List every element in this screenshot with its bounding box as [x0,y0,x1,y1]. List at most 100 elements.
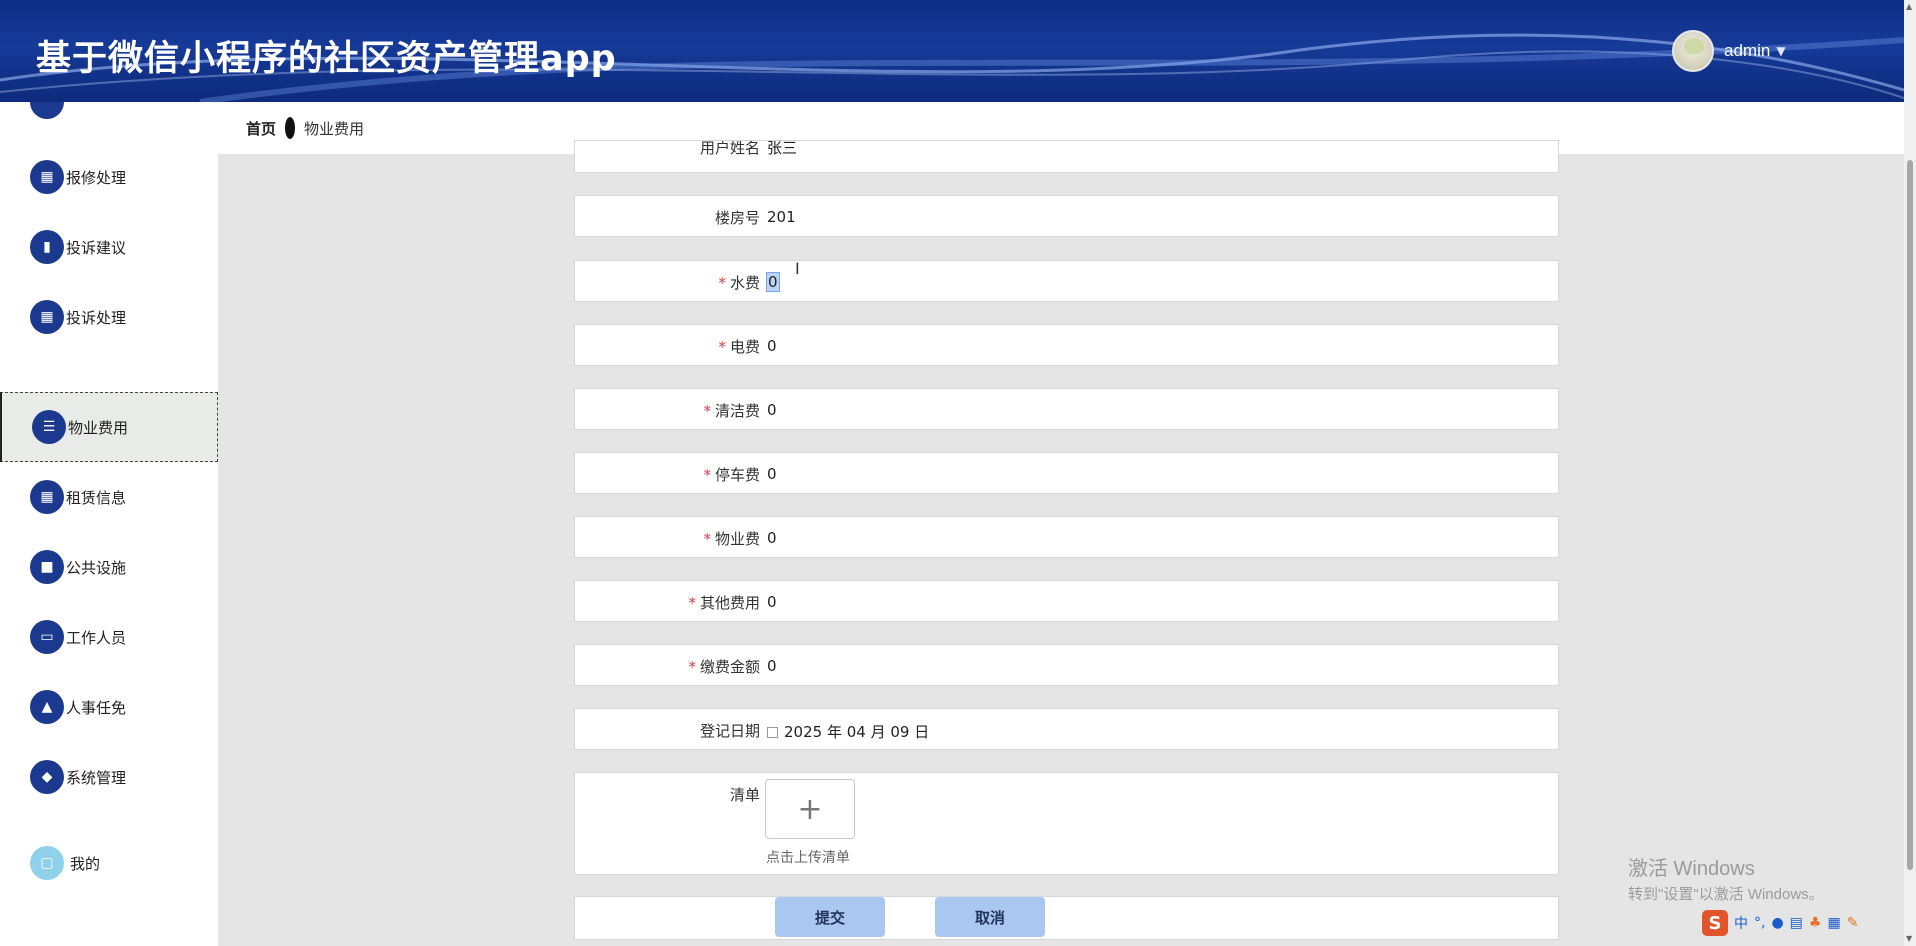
app-header: 基于微信小程序的社区资产管理app admin ▼ [0,0,1904,102]
sidebar-item-property-fee[interactable]: ☰ 物业费用 [0,392,218,462]
form-row-user-name: 用户姓名 张三 [574,140,1559,173]
bar-chart-icon: ▮ [30,230,64,264]
field-label-text: 电费 [729,338,760,356]
form-row-actions: 提交 取消 [574,896,1559,940]
skin-icon[interactable]: ♣ [1809,915,1822,931]
upload-button[interactable]: + [765,779,855,839]
menu-lines-icon: ☰ [32,410,66,444]
toolbox-icon[interactable]: ▦ [1827,915,1840,931]
sidebar-item-staff[interactable]: ▭ 工作人员 [0,602,218,672]
parking-fee-input[interactable]: 0 [767,465,777,483]
sidebar-item-mine[interactable]: ▢ 我的 [0,828,218,898]
sidebar-item-label: 租赁信息 [66,488,127,507]
ime-toolbar[interactable]: S 中 °, ● ▤ ♣ ▦ ✎ [1702,908,1858,938]
sidebar-item-complaint-suggestion[interactable]: ▮ 投诉建议 [0,212,218,282]
required-mark: * [718,338,726,356]
scroll-down-icon[interactable]: ▼ [1906,934,1912,943]
required-mark: * [718,274,726,292]
form-row-list: 清单 + 点击上传清单 [574,772,1559,875]
field-label: * 缴费金额 [688,656,760,677]
field-label: * 其他费用 [688,592,760,613]
punctuation-icon[interactable]: °, [1754,915,1765,931]
field-label: 登记日期 [699,722,760,740]
ime-language[interactable]: 中 [1734,913,1748,933]
monitor-icon: ▭ [30,620,64,654]
microphone-icon[interactable]: ● [1771,915,1783,931]
field-label: 楼房号 [714,209,760,227]
page-scrollbar[interactable]: ▲ ▼ [1904,0,1916,946]
sidebar-item-partial[interactable] [0,102,218,137]
reg-date-input[interactable]: 2025 年 04 月 09 日 [767,721,929,742]
field-label: 用户姓名 [699,140,760,157]
sidebar-item-system[interactable]: ◆ 系统管理 [0,742,218,812]
sidebar-item-personnel[interactable]: ▲ 人事任免 [0,672,218,742]
briefcase-icon: ■ [30,550,64,584]
breadcrumb-separator-icon [285,117,296,139]
sidebar-item-complaint-handling[interactable]: ▦ 投诉处理 [0,282,218,352]
sidebar-item-label: 工作人员 [66,628,127,647]
cancel-button[interactable]: 取消 [935,897,1045,937]
sidebar-item-rental[interactable]: ▦ 租赁信息 [0,462,218,532]
text-cursor-icon: I [795,259,800,278]
grid-icon: ▦ [30,160,64,194]
breadcrumb-home[interactable]: 首页 [246,118,276,139]
reg-date-value: 2025 年 04 月 09 日 [784,723,930,741]
app-title: 基于微信小程序的社区资产管理app [36,39,617,79]
form-row-building: 楼房号 201 [574,195,1559,237]
property-fee-input[interactable]: 0 [767,529,777,547]
upload-hint: 点击上传清单 [766,850,850,866]
form-row-property-fee: * 物业费 0 [574,516,1559,558]
scroll-up-icon[interactable]: ▲ [1906,2,1912,11]
sidebar-item-label: 物业费用 [68,418,129,437]
username[interactable]: admin [1724,41,1770,61]
field-label-text: 清洁费 [714,402,760,420]
form-row-water-fee: * 水费 0 [574,260,1559,302]
cleaning-fee-input[interactable]: 0 [767,401,777,419]
field-label-text: 停车费 [714,466,760,484]
building-input[interactable]: 201 [767,208,796,226]
grid-icon: ▦ [30,300,64,334]
sidebar-item-label: 我的 [70,854,101,873]
card-icon: ▢ [30,846,64,880]
sidebar-item-label: 报修处理 [66,168,127,187]
user-name-value: 张三 [767,140,798,157]
avatar[interactable] [1672,30,1714,72]
field-label: * 停车费 [703,464,760,485]
user-menu[interactable]: admin ▼ [1672,30,1786,72]
field-label: * 物业费 [703,528,760,549]
sidebar-item-facilities[interactable]: ■ 公共设施 [0,532,218,602]
sidebar-item-label: 人事任免 [66,698,127,717]
submit-button[interactable]: 提交 [775,897,885,937]
caret-down-icon[interactable]: ▼ [1776,44,1785,58]
sidebar-item-label: 投诉处理 [66,308,127,327]
form-row-reg-date: 登记日期 2025 年 04 月 09 日 [574,708,1559,750]
other-fee-input[interactable]: 0 [767,593,777,611]
field-label: 清单 [729,786,760,804]
wallet-icon: ◆ [30,760,64,794]
windows-activation-watermark: 激活 Windows 转到"设置"以激活 Windows。 [1628,852,1824,904]
field-label-text: 水费 [729,274,760,292]
required-mark: * [703,530,711,548]
water-fee-input[interactable]: 0 [766,272,780,292]
field-label: * 电费 [718,336,760,357]
breadcrumb-current: 物业费用 [304,119,365,138]
calendar-icon [767,727,778,738]
electric-fee-input[interactable]: 0 [767,337,777,355]
circle-icon [30,102,64,119]
field-label: * 清洁费 [703,400,760,421]
scrollbar-thumb[interactable] [1907,160,1913,870]
sidebar-item-repair[interactable]: ▦ 报修处理 [0,142,218,212]
field-label: * 水费 [718,272,760,293]
field-label-text: 缴费金额 [699,658,760,676]
form-row-other-fee: * 其他费用 0 [574,580,1559,622]
keyboard-icon[interactable]: ▤ [1790,915,1803,931]
more-icon[interactable]: ✎ [1847,915,1859,931]
sogou-logo-icon[interactable]: S [1702,910,1728,936]
watermark-line1: 激活 Windows [1628,858,1755,880]
form-row-cleaning-fee: * 清洁费 0 [574,388,1559,430]
payment-amount-input[interactable]: 0 [767,657,777,675]
user-stamp-icon: ▲ [30,690,64,724]
required-mark: * [703,402,711,420]
sidebar: ▦ 报修处理 ▮ 投诉建议 ▦ 投诉处理 ☰ 物业费用 ▦ 租赁信息 ■ 公共设… [0,102,218,946]
form-row-electric-fee: * 电费 0 [574,324,1559,366]
